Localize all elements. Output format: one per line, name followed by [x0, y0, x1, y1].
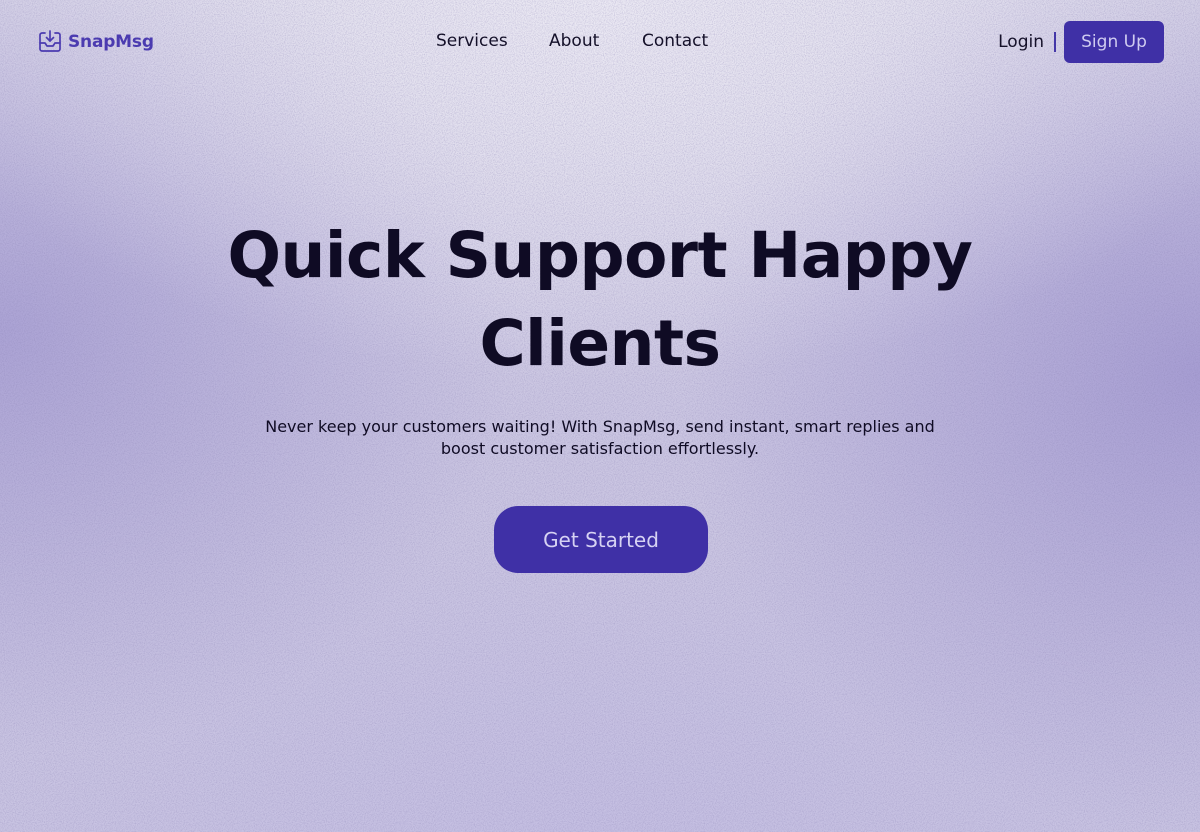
login-link[interactable]: Login: [998, 32, 1044, 52]
get-started-button[interactable]: Get Started: [494, 506, 708, 573]
hero-title-line-2: Clients: [479, 307, 721, 380]
inbox-download-icon: [39, 30, 61, 52]
hero-title: Quick Support Happy Clients: [0, 212, 1200, 388]
brand-name: SnapMsg: [68, 32, 154, 52]
hero-subtitle: Never keep your customers waiting! With …: [265, 417, 935, 458]
brand-logo[interactable]: SnapMsg: [36, 28, 154, 56]
auth-divider: [1054, 32, 1056, 52]
sign-up-button[interactable]: Sign Up: [1064, 21, 1164, 63]
nav-link-about[interactable]: About: [549, 31, 642, 51]
hero-title-line-1: Quick Support Happy: [227, 219, 974, 292]
auth-actions: Login Sign Up: [998, 21, 1164, 63]
nav-link-contact[interactable]: Contact: [642, 31, 708, 51]
nav-link-services[interactable]: Services: [436, 31, 549, 51]
top-navbar: SnapMsg Services About Contact Login Sig…: [0, 0, 1200, 84]
main-nav: Services About Contact: [436, 31, 708, 51]
